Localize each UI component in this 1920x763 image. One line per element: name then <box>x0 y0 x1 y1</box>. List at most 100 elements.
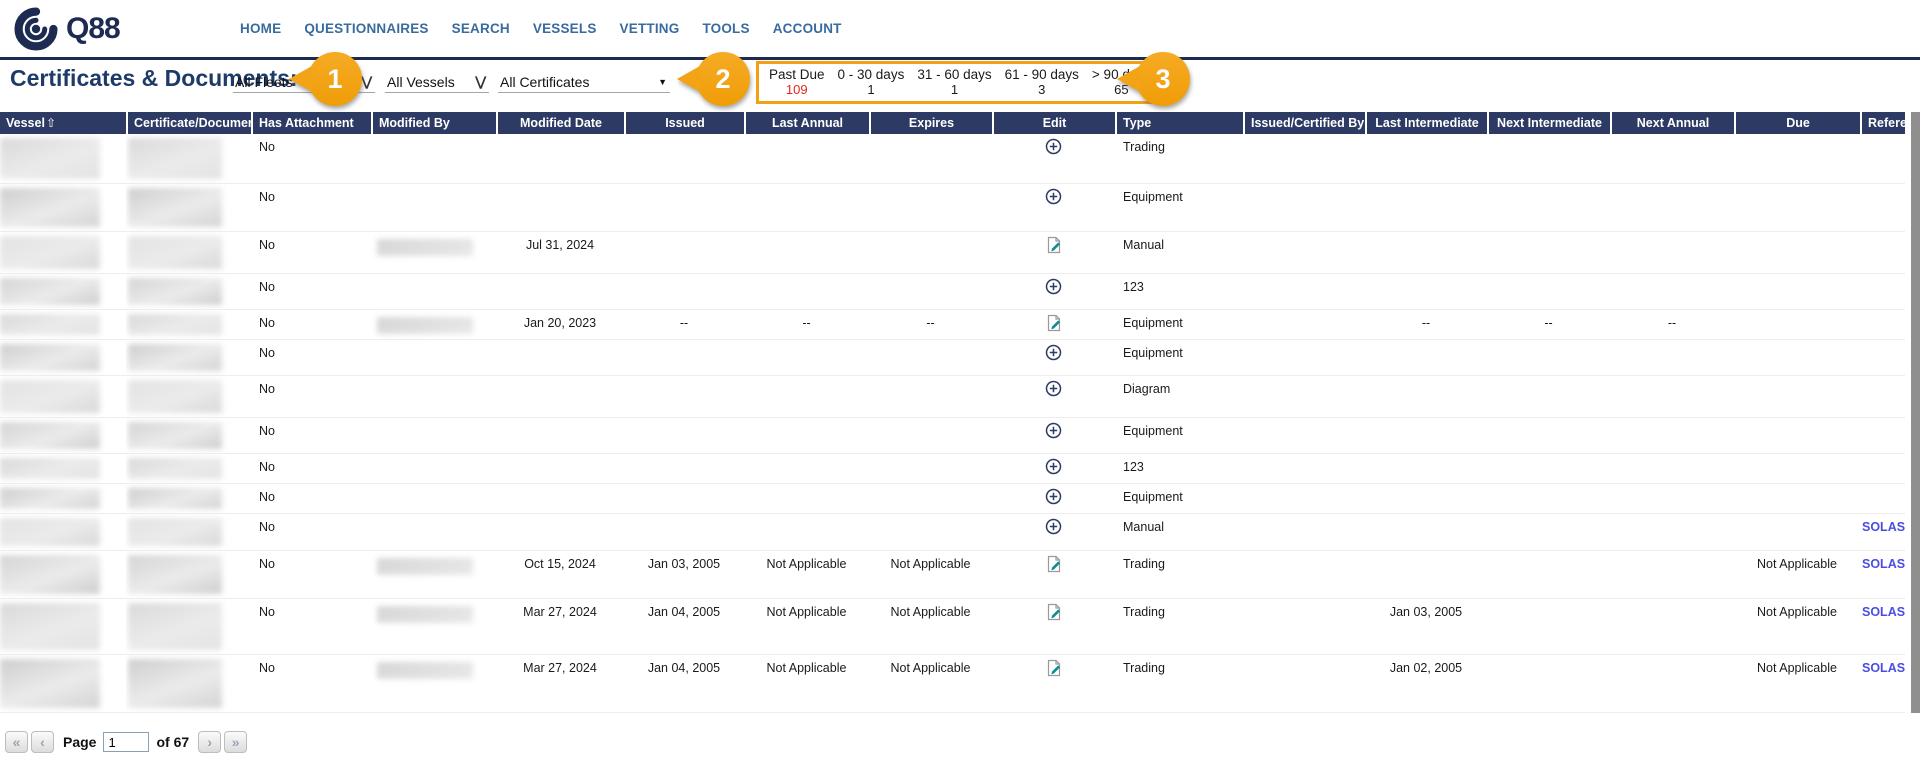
modified-by-redacted-text <box>377 606 473 623</box>
cell-issued <box>624 454 744 484</box>
cell-certificate <box>126 184 251 232</box>
nav-item-search[interactable]: SEARCH <box>452 21 510 36</box>
reference-link-solas[interactable]: SOLAS <box>1862 661 1905 675</box>
cell-type: Equipment <box>1115 184 1243 232</box>
cell-last_annual <box>744 274 869 310</box>
cell-modified_date: Jan 20, 2023 <box>496 310 624 340</box>
vessel-redacted-text <box>0 518 100 546</box>
certificates-table: Vessel⇧Certificate/Document⇧Has Attachme… <box>0 112 1905 713</box>
vessel-redacted-text <box>0 278 100 305</box>
page-count-label: of 67 <box>156 734 189 750</box>
first-page-button[interactable]: « <box>5 731 28 753</box>
add-certificate-button[interactable] <box>1045 422 1062 439</box>
add-certificate-button[interactable] <box>1045 138 1062 155</box>
add-certificate-button[interactable] <box>1045 488 1062 505</box>
cell-issued_certified_by <box>1243 655 1365 713</box>
cell-vessel <box>0 484 126 514</box>
certificate-filter-select[interactable]: All Certificates ▼ <box>498 72 670 93</box>
cell-due <box>1734 484 1860 514</box>
cell-due <box>1734 454 1860 484</box>
add-certificate-button[interactable] <box>1045 380 1062 397</box>
cell-certificate <box>126 514 251 551</box>
cell-issued_certified_by <box>1243 184 1365 232</box>
col-header-vessel[interactable]: Vessel⇧ <box>0 112 126 134</box>
table-row: NoTrading <box>0 134 1905 184</box>
col-header-certificate[interactable]: Certificate/Document⇧ <box>126 112 251 134</box>
reference-link-solas[interactable]: SOLAS <box>1862 520 1905 534</box>
cell-due <box>1734 310 1860 340</box>
cell-reference: SOLAS <box>1860 514 1905 551</box>
cell-reference <box>1860 484 1905 514</box>
cell-due: Not Applicable <box>1734 655 1860 713</box>
cell-issued_certified_by <box>1243 484 1365 514</box>
edit-certificate-button[interactable] <box>1045 555 1063 573</box>
last-page-button[interactable]: » <box>224 731 247 753</box>
cell-type: 123 <box>1115 274 1243 310</box>
status-past-due: Past Due109 <box>769 67 825 97</box>
cell-modified_by <box>371 484 496 514</box>
add-certificate-button[interactable] <box>1045 188 1062 205</box>
nav-item-account[interactable]: ACCOUNT <box>773 21 842 36</box>
edit-certificate-button[interactable] <box>1045 314 1063 332</box>
cell-expires <box>869 340 992 376</box>
add-circle-icon <box>1045 494 1062 508</box>
top-navigation-bar: Q88 HOME QUESTIONNAIRES SEARCH VESSELS VETTI… <box>0 0 1920 57</box>
cell-next_annual <box>1610 134 1734 184</box>
add-certificate-button[interactable] <box>1045 458 1062 475</box>
cell-vessel <box>0 310 126 340</box>
certificate-redacted-text <box>128 603 222 650</box>
cell-modified_date: Oct 15, 2024 <box>496 551 624 599</box>
cell-due <box>1734 184 1860 232</box>
cell-has_attachment: No <box>251 551 371 599</box>
main-nav: HOME QUESTIONNAIRES SEARCH VESSELS VETTING TO… <box>240 0 842 57</box>
cell-certificate <box>126 134 251 184</box>
nav-item-vessels[interactable]: VESSELS <box>533 21 597 36</box>
status-value: 1 <box>838 82 905 97</box>
col-header-has_attachment: Has Attachment <box>251 112 371 134</box>
edit-certificate-button[interactable] <box>1045 659 1063 677</box>
cell-last_annual <box>744 184 869 232</box>
cell-modified_date <box>496 484 624 514</box>
edit-certificate-button[interactable] <box>1045 236 1063 254</box>
cell-type: Equipment <box>1115 340 1243 376</box>
cell-next_intermediate <box>1487 484 1610 514</box>
nav-item-vetting[interactable]: VETTING <box>620 21 680 36</box>
add-certificate-button[interactable] <box>1045 518 1062 535</box>
cell-vessel <box>0 232 126 274</box>
cell-certificate <box>126 310 251 340</box>
cell-certificate <box>126 274 251 310</box>
vertical-scrollbar[interactable] <box>1911 112 1920 713</box>
certificate-redacted-text <box>128 236 222 269</box>
previous-page-button[interactable]: ‹ <box>31 731 54 753</box>
cell-modified_date: Jul 31, 2024 <box>496 232 624 274</box>
next-page-button[interactable]: › <box>198 731 221 753</box>
certificate-redacted-text <box>128 278 222 305</box>
vessel-redacted-text <box>0 188 100 227</box>
reference-link-solas[interactable]: SOLAS <box>1862 557 1905 571</box>
q88-logo[interactable]: Q88 <box>14 7 120 51</box>
cell-modified_by <box>371 310 496 340</box>
add-certificate-button[interactable] <box>1045 344 1062 361</box>
nav-item-tools[interactable]: TOOLS <box>702 21 749 36</box>
cell-last_annual <box>744 454 869 484</box>
cell-expires <box>869 274 992 310</box>
cell-vessel <box>0 599 126 655</box>
nav-item-home[interactable]: HOME <box>240 21 281 36</box>
edit-certificate-button[interactable] <box>1045 603 1063 621</box>
nav-item-questionnaires[interactable]: QUESTIONNAIRES <box>304 21 428 36</box>
table-body: NoTradingNoEquipmentNoJul 31, 2024Manual… <box>0 134 1905 713</box>
reference-link-solas[interactable]: SOLAS <box>1862 605 1905 619</box>
page-number-input[interactable] <box>103 732 149 752</box>
cell-due: Not Applicable <box>1734 599 1860 655</box>
table-row: NoEquipment <box>0 418 1905 454</box>
cell-issued_certified_by <box>1243 454 1365 484</box>
table-row: NoJul 31, 2024Manual <box>0 232 1905 274</box>
cell-has_attachment: No <box>251 340 371 376</box>
status-label: 0 - 30 days <box>838 67 905 82</box>
certificate-redacted-text <box>128 555 222 594</box>
add-certificate-button[interactable] <box>1045 278 1062 295</box>
vessel-filter-select[interactable]: All Vessels ⋁ <box>385 72 489 93</box>
cell-reference <box>1860 184 1905 232</box>
vessel-redacted-text <box>0 138 100 179</box>
status-value: 3 <box>1005 82 1079 97</box>
